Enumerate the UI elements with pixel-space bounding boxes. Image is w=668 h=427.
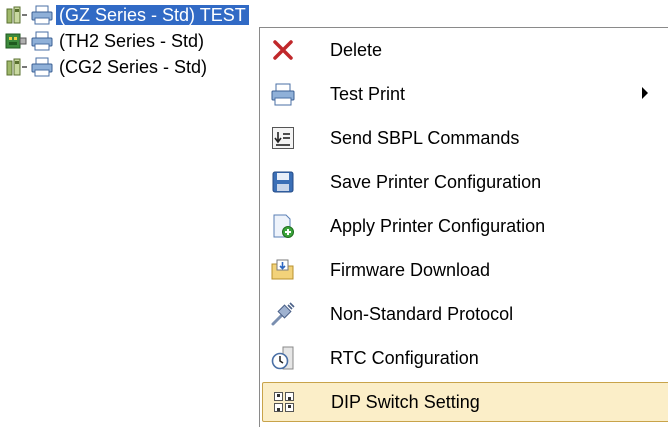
printer-icon [31, 31, 53, 51]
menu-item-label: DIP Switch Setting [331, 391, 480, 412]
menu-item-label: Non-Standard Protocol [330, 303, 514, 324]
menu-item-delete[interactable]: Delete [262, 30, 668, 70]
clock-config-icon [268, 343, 298, 373]
submenu-arrow-icon [642, 87, 648, 99]
menu-item-send-sbpl-commands[interactable]: Send SBPL Commands [262, 118, 668, 158]
menu-item-firmware-download[interactable]: Firmware Download [262, 250, 668, 290]
menu-item-label: Firmware Download [330, 259, 491, 280]
usb-plug-icon [4, 5, 28, 25]
menu-item-test-print[interactable]: Test Print [262, 74, 668, 114]
menu-item-label: Test Print [330, 83, 406, 104]
printer-icon [31, 5, 53, 25]
menu-item-save-printer-configuration[interactable]: Save Printer Configuration [262, 162, 668, 202]
cable-plug-icon [268, 299, 298, 329]
menu-item-label: Delete [330, 39, 383, 60]
menu-item-label: RTC Configuration [330, 347, 479, 368]
commands-icon [268, 123, 298, 153]
floppy-save-icon [268, 167, 298, 197]
tree-item-label: (TH2 Series - Std) [59, 31, 205, 51]
menu-item-apply-printer-configuration[interactable]: Apply Printer Configuration [262, 206, 668, 246]
usb-plug-icon [4, 57, 28, 77]
delete-x-icon [268, 35, 298, 65]
printer-icon [31, 57, 53, 77]
tree-item-label: (CG2 Series - Std) [59, 57, 208, 77]
menu-item-label: Apply Printer Configuration [330, 215, 546, 236]
folder-download-icon [268, 255, 298, 285]
menu-item-label: Save Printer Configuration [330, 171, 542, 192]
dip-switch-icon [269, 387, 299, 417]
lan-card-icon [4, 31, 28, 51]
tree-item-label: (GZ Series - Std) TEST [56, 5, 249, 25]
printer-icon [268, 79, 298, 109]
menu-item-dip-switch-setting[interactable]: DIP Switch Setting [262, 382, 668, 422]
tree-item-gz-series[interactable]: (GZ Series - Std) TEST [0, 2, 420, 28]
apply-config-icon [268, 211, 298, 241]
menu-item-label: Send SBPL Commands [330, 127, 520, 148]
menu-item-non-standard-protocol[interactable]: Non-Standard Protocol [262, 294, 668, 334]
menu-item-rtc-configuration[interactable]: RTC Configuration [262, 338, 668, 378]
context-menu: Delete Test Print Send SBPL Commands Sav… [259, 27, 668, 427]
